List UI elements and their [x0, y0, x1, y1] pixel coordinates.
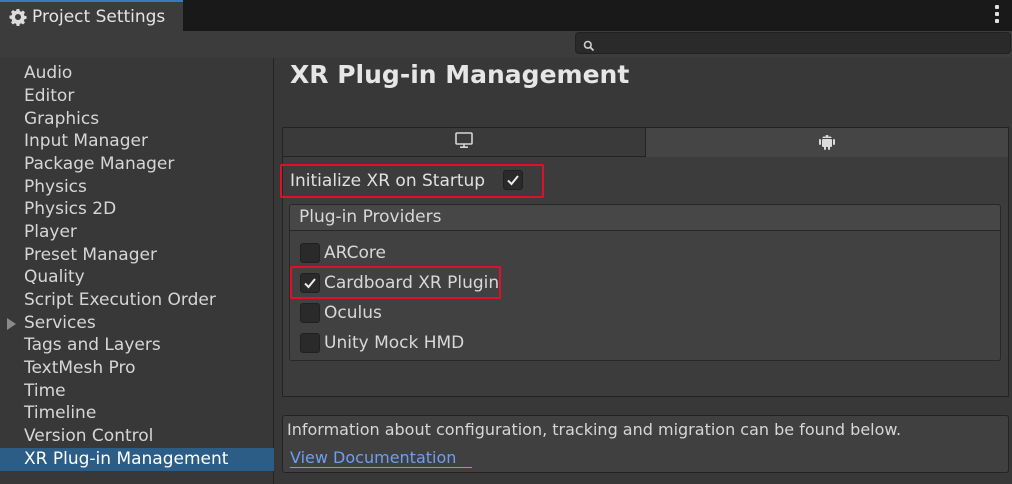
sidebar-item-tags-and-layers[interactable]: Tags and Layers: [0, 334, 274, 357]
sidebar-item-input-manager[interactable]: Input Manager: [0, 130, 274, 153]
sidebar-item-quality[interactable]: Quality: [0, 266, 274, 289]
monitor-icon: [454, 131, 474, 153]
sidebar-item-time[interactable]: Time: [0, 380, 274, 403]
android-icon: [818, 131, 836, 155]
arcore-checkbox[interactable]: [300, 243, 320, 263]
sidebar-item-editor[interactable]: Editor: [0, 85, 274, 108]
sidebar-item-package-manager[interactable]: Package Manager: [0, 153, 274, 176]
page-title: XR Plug-in Management: [290, 60, 630, 89]
sidebar-item-services[interactable]: Services: [0, 312, 274, 335]
gear-icon: [9, 8, 27, 26]
providers-header: Plug-in Providers: [289, 204, 1001, 231]
sidebar-item-preset-manager[interactable]: Preset Manager: [0, 244, 274, 267]
highlight-init-xr: [280, 164, 544, 198]
tab-standalone[interactable]: [282, 127, 646, 157]
search-icon: [583, 37, 595, 52]
tab-android[interactable]: [646, 127, 1009, 157]
window-tab-project-settings[interactable]: Project Settings: [0, 0, 183, 31]
sidebar-item-xr-plugin-management[interactable]: XR Plug-in Management: [0, 448, 274, 471]
sidebar-item-physics[interactable]: Physics: [0, 176, 274, 199]
sidebar-item-audio[interactable]: Audio: [0, 62, 274, 85]
sidebar-item-textmesh-pro[interactable]: TextMesh Pro: [0, 357, 274, 380]
sidebar-item-script-execution-order[interactable]: Script Execution Order: [0, 289, 274, 312]
settings-sidebar: Audio Editor Graphics Input Manager Pack…: [0, 58, 274, 484]
highlight-cardboard: [290, 266, 501, 299]
expand-arrow-icon[interactable]: [7, 318, 16, 330]
unity-mock-hmd-checkbox[interactable]: [300, 333, 320, 353]
sidebar-item-player[interactable]: Player: [0, 221, 274, 244]
sidebar-item-timeline[interactable]: Timeline: [0, 402, 274, 425]
search-field[interactable]: [575, 32, 1011, 54]
sidebar-item-physics-2d[interactable]: Physics 2D: [0, 198, 274, 221]
oculus-checkbox[interactable]: [300, 303, 320, 323]
title-bar: Project Settings: [0, 0, 1012, 31]
more-options-icon[interactable]: [994, 5, 1000, 23]
info-text: Information about configuration, trackin…: [287, 420, 902, 439]
window-tab-title: Project Settings: [32, 6, 166, 27]
sidebar-item-graphics[interactable]: Graphics: [0, 108, 274, 131]
sidebar-item-version-control[interactable]: Version Control: [0, 425, 274, 448]
search-input[interactable]: [598, 34, 1003, 52]
view-documentation-link[interactable]: View Documentation: [290, 449, 473, 468]
platform-tabs: [282, 127, 1009, 157]
